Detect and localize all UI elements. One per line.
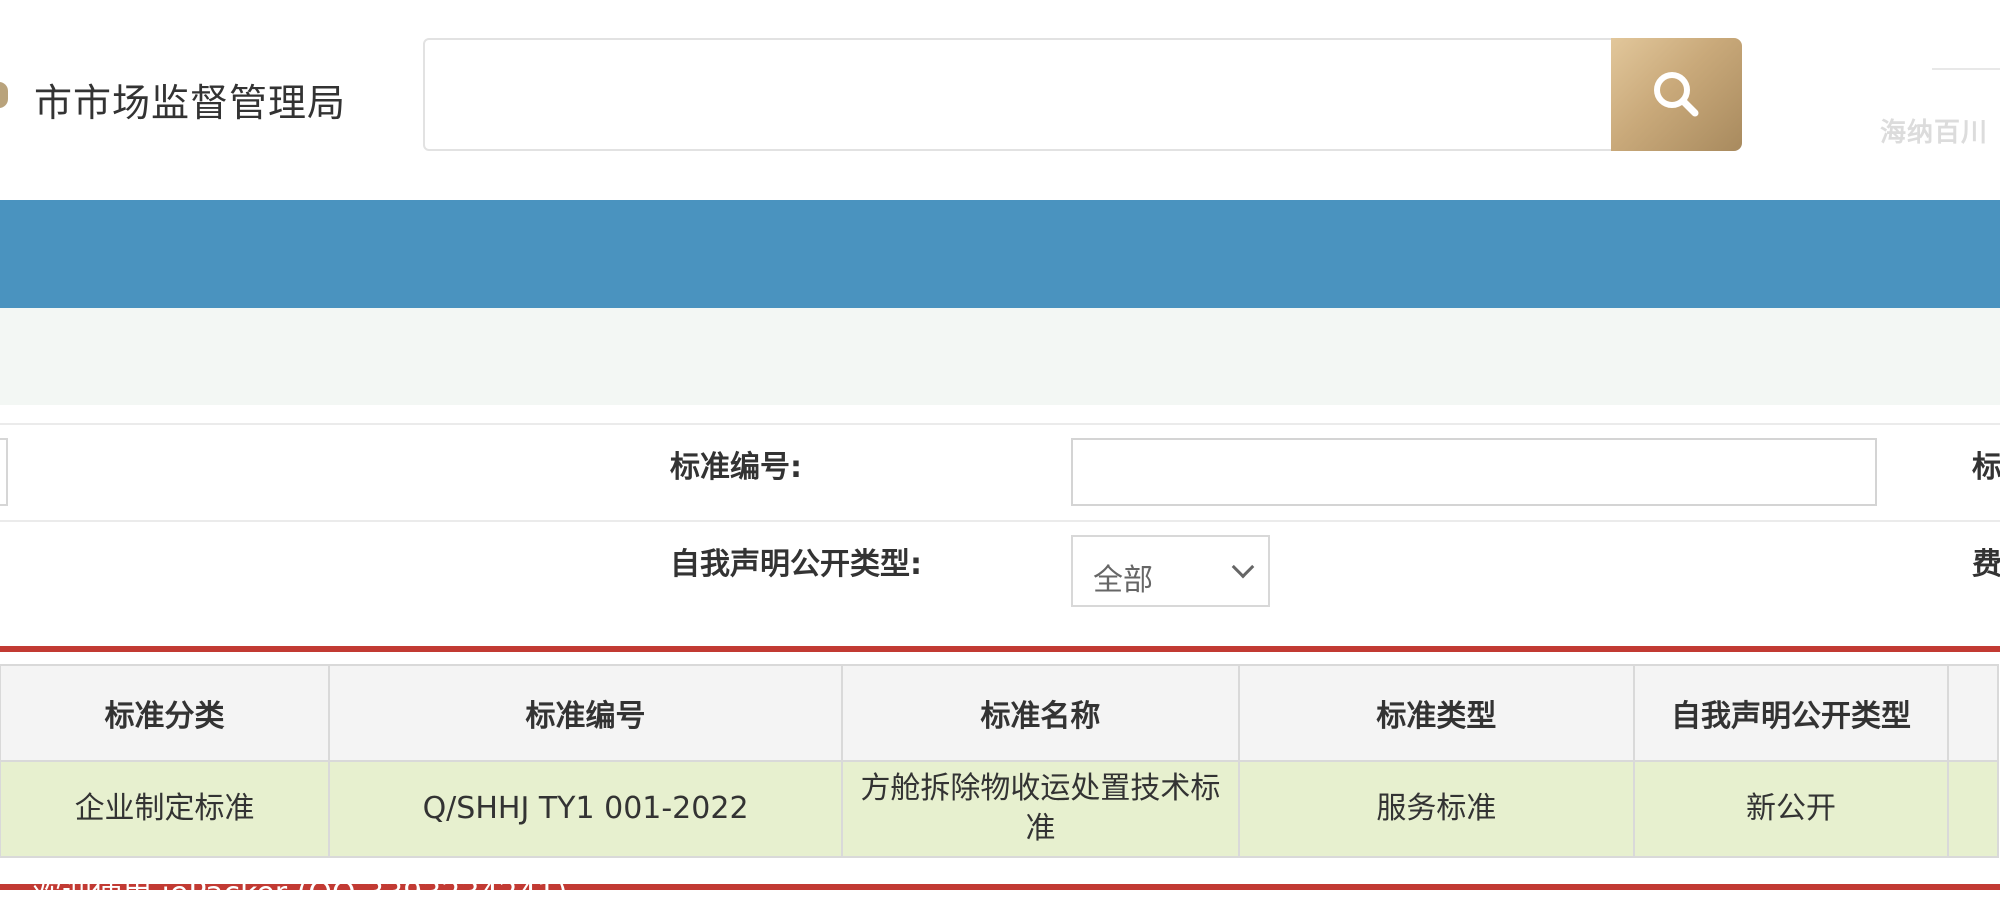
partial-input[interactable]: [0, 438, 8, 506]
column-header: 标准编号: [328, 664, 843, 762]
table-cell-declaration-type: 新公开: [1632, 760, 1950, 858]
main-nav-bar: [0, 200, 2000, 308]
results-top-border: [0, 646, 2000, 652]
slogan-divider: [1932, 68, 2000, 70]
column-header: 标准分类: [0, 664, 331, 762]
results-table: 标准分类 标准编号 标准名称 标准类型 自我声明公开类型 企业制定标准 Q/SH…: [0, 664, 1999, 858]
table-row[interactable]: 企业制定标准 Q/SHHJ TY1 001-2022 方舱拆除物收运处置技术标准…: [0, 760, 1999, 858]
declaration-type-label: 自我声明公开类型:: [670, 547, 922, 582]
column-header: 标准名称: [840, 664, 1240, 762]
logo-icon: [0, 82, 8, 108]
column-header-partial: [1947, 664, 1999, 762]
chevron-down-icon: [1231, 555, 1255, 579]
column-header: 自我声明公开类型: [1632, 664, 1950, 762]
table-cell-name[interactable]: 方舱拆除物收运处置技术标准: [840, 760, 1240, 858]
site-header: 市市场监督管理局 海纳百川: [0, 0, 2000, 200]
standard-number-input[interactable]: [1071, 438, 1877, 506]
column-header: 标准类型: [1237, 664, 1635, 762]
slogan: 海纳百川: [1880, 118, 1989, 148]
watermark: 欢迎使用 iePacker (QQ 3393234241): [32, 876, 568, 911]
form-divider: [0, 520, 2000, 522]
declaration-type-select[interactable]: 全部: [1071, 535, 1270, 607]
org-name: 市市场监督管理局: [34, 81, 347, 125]
search-icon: [1654, 72, 1699, 117]
table-header-row: 标准分类 标准编号 标准名称 标准类型 自我声明公开类型: [0, 664, 1999, 762]
table-cell-number: Q/SHHJ TY1 001-2022: [328, 760, 843, 858]
table-cell-type: 服务标准: [1237, 760, 1635, 858]
partial-label: 费: [1972, 547, 2000, 582]
table-cell-category: 企业制定标准: [0, 760, 331, 858]
search-input[interactable]: [423, 38, 1613, 151]
search-button[interactable]: [1611, 38, 1742, 151]
standard-number-label: 标准编号:: [670, 450, 802, 485]
table-cell-partial: [1947, 760, 1999, 858]
partial-label: 标: [1972, 450, 2000, 485]
form-divider: [0, 423, 2000, 425]
sub-nav-bar: [0, 308, 2000, 405]
declaration-type-value: 全部: [1093, 563, 1153, 598]
